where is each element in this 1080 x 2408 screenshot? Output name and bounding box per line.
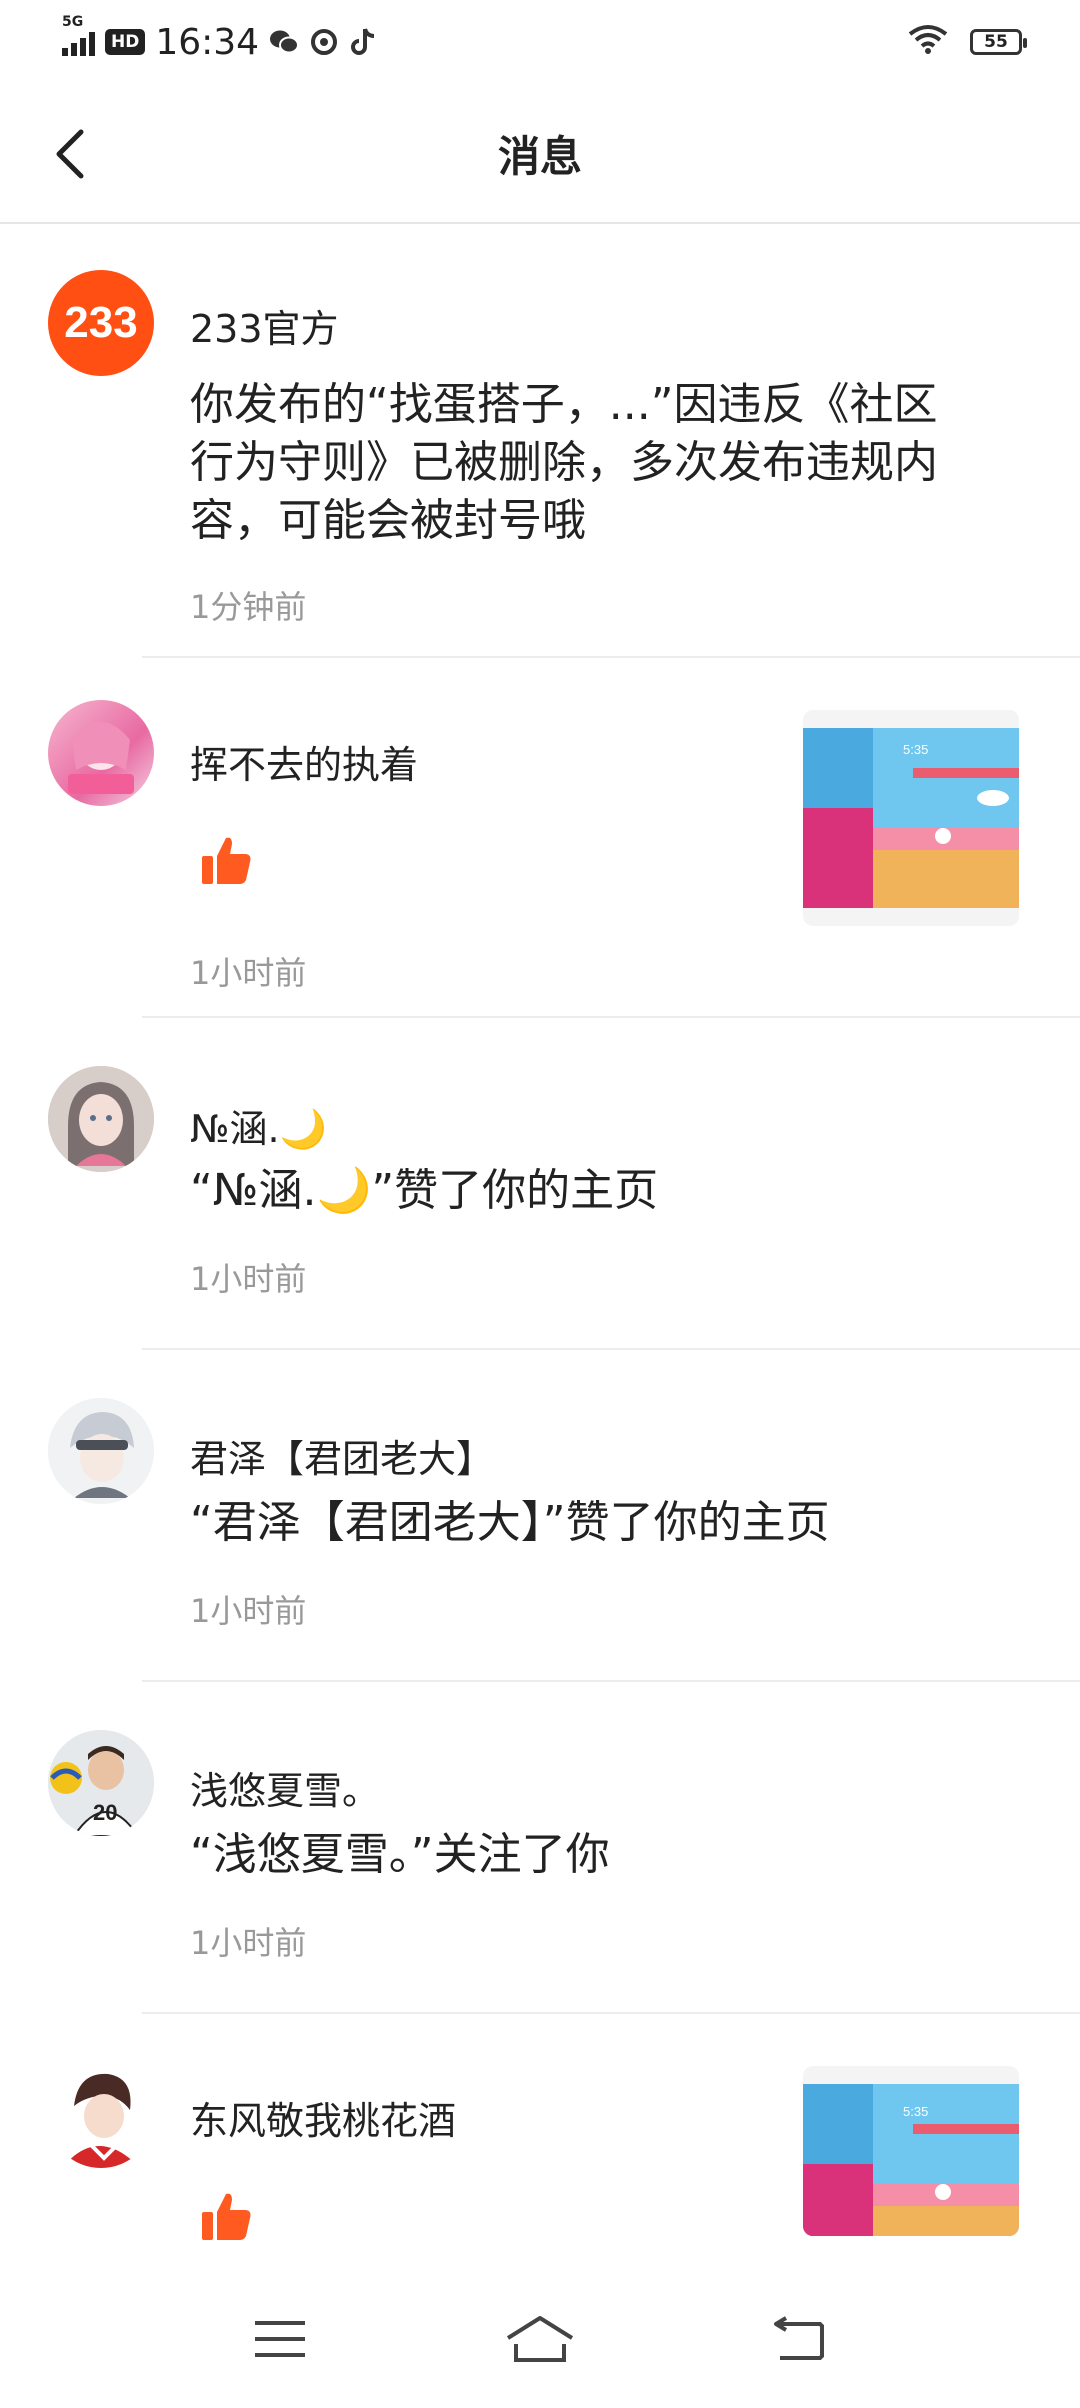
screen: 5G HD 16:34 55 消息 233 233官方 你发布的“找蛋搭子，..… — [0, 0, 1080, 2408]
wechat-icon — [269, 27, 300, 57]
network-label: 5G — [62, 14, 84, 30]
game-screenshot-image: 5:35 — [803, 728, 1019, 908]
message-content: 你发布的“找蛋搭子，...”因违反《社区行为守则》已被删除，多次发布违规内容，可… — [190, 379, 938, 546]
list-item[interactable]: 挥不去的执着 1小时前 5:35 — [0, 658, 1080, 1018]
thumbs-up-icon — [200, 834, 254, 888]
sender-name: №涵.🌙 — [190, 1107, 327, 1151]
avatar[interactable] — [48, 1066, 154, 1172]
sender-name: 东风敬我桃花酒 — [190, 2099, 457, 2143]
menu-button[interactable] — [235, 2304, 325, 2374]
app-icon — [309, 27, 339, 57]
signal-icon: 5G — [62, 14, 95, 56]
avatar[interactable] — [48, 2062, 154, 2168]
avatar-illustration — [68, 722, 134, 794]
message-time: 1小时前 — [190, 1592, 307, 1630]
list-item[interactable]: 233 233官方 你发布的“找蛋搭子，...”因违反《社区行为守则》已被删除，… — [0, 226, 1080, 658]
thumb-timer: 5:35 — [903, 2104, 928, 2119]
menu-icon — [255, 2321, 305, 2357]
wifi-icon — [908, 22, 948, 63]
battery-icon: 55 — [970, 29, 1027, 55]
back-button[interactable] — [40, 124, 100, 184]
status-bar: 5G HD 16:34 55 — [0, 0, 1080, 84]
sender-name: 233官方 — [190, 307, 339, 351]
message-time: 1小时前 — [190, 1924, 307, 1962]
message-content: “君泽【君团老大】”赞了你的主页 — [190, 1497, 830, 1548]
message-time: 1小时前 — [190, 954, 307, 992]
header: 消息 — [0, 84, 1080, 224]
list-item[interactable]: 东风敬我桃花酒 5:35 — [0, 2014, 1080, 2274]
status-bar-right: 55 — [908, 22, 1027, 63]
avatar[interactable] — [48, 700, 154, 806]
avatar-illustration — [48, 1398, 154, 1504]
sender-name: 浅悠夏雪。 — [190, 1769, 381, 1813]
home-icon — [506, 2316, 574, 2362]
hd-badge: HD — [105, 29, 146, 55]
avatar-illustration — [48, 2062, 154, 2168]
battery-level: 55 — [984, 32, 1008, 52]
avatar[interactable]: 233 — [48, 270, 154, 376]
return-icon — [774, 2316, 824, 2360]
back-nav-button[interactable] — [755, 2304, 845, 2374]
post-thumbnail[interactable]: 5:35 — [803, 2066, 1019, 2236]
list-item[interactable]: 20 浅悠夏雪。 “浅悠夏雪。”关注了你 1小时前 — [0, 1682, 1080, 2014]
message-content: “浅悠夏雪。”关注了你 — [190, 1829, 610, 1880]
list-item[interactable]: №涵.🌙 “№涵.🌙”赞了你的主页 1小时前 — [0, 1018, 1080, 1350]
page-title: 消息 — [497, 131, 582, 181]
sender-name: 君泽【君团老大】 — [190, 1437, 495, 1481]
avatar-logo-text: 233 — [64, 298, 138, 347]
status-time: 16:34 — [155, 21, 260, 63]
thumb-timer: 5:35 — [903, 742, 928, 757]
avatar[interactable]: 20 — [48, 1730, 154, 1836]
sender-name: 挥不去的执着 — [190, 743, 419, 787]
avatar[interactable] — [48, 1398, 154, 1504]
home-button[interactable] — [495, 2304, 585, 2374]
jersey-number: 20 — [93, 1800, 118, 1825]
message-time: 1分钟前 — [190, 588, 307, 626]
list-item[interactable]: 君泽【君团老大】 “君泽【君团老大】”赞了你的主页 1小时前 — [0, 1350, 1080, 1682]
message-time: 1小时前 — [190, 1260, 307, 1298]
message-content: “№涵.🌙”赞了你的主页 — [190, 1165, 659, 1216]
tiktok-icon — [349, 27, 379, 57]
message-list[interactable]: 233 233官方 你发布的“找蛋搭子，...”因违反《社区行为守则》已被删除，… — [0, 226, 1080, 2274]
game-screenshot-image: 5:35 — [803, 2084, 1019, 2236]
system-nav-bar — [0, 2270, 1080, 2408]
avatar-illustration — [48, 1066, 154, 1172]
status-bar-left: 5G HD 16:34 — [62, 14, 379, 63]
chevron-left-icon — [56, 129, 84, 179]
post-thumbnail[interactable]: 5:35 — [803, 710, 1019, 926]
thumbs-up-icon — [200, 2190, 254, 2244]
